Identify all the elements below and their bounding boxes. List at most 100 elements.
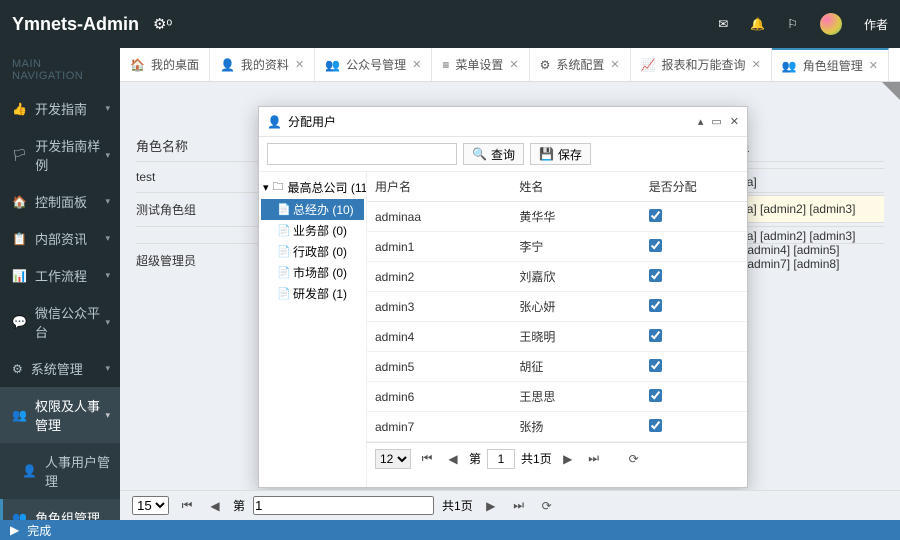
tab[interactable]: 👤我的资料✕ [210,48,315,81]
sidebar-item[interactable]: ⚙系统管理▾ [0,350,120,387]
play-icon[interactable]: ▶ [10,523,19,537]
table-row[interactable]: admin4王晓明 [367,322,747,352]
outer-prev-icon[interactable]: ◀ [205,496,225,516]
sidebar: MAIN NAVIGATION 👍开发指南▾🏳开发指南样例▾🏠控制面板▾📋内部资… [0,48,120,520]
assign-checkbox[interactable] [649,329,662,342]
chevron-down-icon: ▾ [105,270,110,281]
sidebar-item[interactable]: 👥权限及人事管理▾ [0,387,120,443]
nav-header: MAIN NAVIGATION [0,48,120,90]
flag-icon[interactable]: ⚐ [787,17,798,31]
settings-icon[interactable]: ⚙ᵒ [153,15,172,33]
page-size-select[interactable]: 12 [375,449,411,469]
sidebar-item[interactable]: 📊工作流程▾ [0,257,120,294]
main: 🏠我的桌面👤我的资料✕👥公众号管理✕≡菜单设置✕⚙系统配置✕📈报表和万能查询✕👥… [120,48,900,520]
close-tab-icon[interactable]: ✕ [610,58,619,71]
collapse-icon[interactable]: ▴ [698,115,704,128]
tab[interactable]: 👥角色组管理✕ [772,48,889,81]
statusbar: ▶ 完成 [0,520,900,540]
outer-page-input[interactable] [253,496,434,515]
prev-page-icon[interactable]: ◀ [443,449,463,469]
page-input[interactable] [487,449,515,469]
close-tab-icon[interactable]: ✕ [412,58,421,71]
avatar[interactable] [820,13,842,35]
expand-icon[interactable]: ▾ [263,181,269,194]
tab-icon: 👥 [782,59,797,73]
menu-icon: 👍 [12,102,27,116]
tree-node[interactable]: 📄市场部 (0) [261,262,364,283]
outer-refresh-icon[interactable]: ⟳ [537,496,557,516]
admin-cell: ninaa] [admin2] [admin3] [724,195,884,222]
tree-node[interactable]: ▾🗀最高总公司 (11) [261,176,364,199]
first-page-icon[interactable]: ⏮ [417,449,437,469]
admin-cell: ninaa] [724,168,884,195]
tree-node[interactable]: 📄总经办 (10) [261,199,364,220]
assign-user-dialog: 👤 分配用户 ▴ ▭ ✕ 🔍查询 💾保存 ▾🗀最高总公司 (11)📄总经办 [258,106,748,488]
dialog-title: 分配用户 [288,113,336,130]
user-label[interactable]: 作者 [864,16,888,33]
sidebar-item[interactable]: 📋内部资讯▾ [0,220,120,257]
tab[interactable]: 📈报表和万能查询✕ [631,48,772,81]
assign-checkbox[interactable] [649,419,662,432]
assign-checkbox[interactable] [649,209,662,222]
menu-icon: 👥 [12,511,27,521]
close-tab-icon[interactable]: ✕ [869,59,878,72]
content-area: 角色名称 test测试角色组超级管理员 理员 ninaa]ninaa] [adm… [120,82,900,520]
chevron-down-icon: ▾ [105,363,110,374]
close-icon[interactable]: ✕ [730,115,739,128]
mail-icon[interactable]: ✉ [718,17,728,31]
assign-checkbox[interactable] [649,299,662,312]
search-input[interactable] [267,143,457,165]
assign-checkbox[interactable] [649,359,662,372]
outer-first-icon[interactable]: ⏮ [177,496,197,516]
menu-icon: ⚙ [12,362,23,376]
table-row[interactable]: admin1李宁 [367,232,747,262]
search-button[interactable]: 🔍查询 [463,143,524,165]
assign-checkbox[interactable] [649,269,662,282]
tab[interactable]: 🏠我的桌面 [120,48,210,81]
sidebar-item[interactable]: 👥角色组管理 [0,499,120,520]
close-tab-icon[interactable]: ✕ [295,58,304,71]
last-page-icon[interactable]: ⏭ [584,449,604,469]
sidebar-item[interactable]: 🏳开发指南样例▾ [0,127,120,183]
tree-node[interactable]: 📄业务部 (0) [261,220,364,241]
outer-last-icon[interactable]: ⏭ [509,496,529,516]
outer-next-icon[interactable]: ▶ [481,496,501,516]
sidebar-item[interactable]: 👤人事用户管理 [0,443,120,499]
sidebar-item[interactable]: 💬微信公众平台▾ [0,294,120,350]
table-row[interactable]: admin2刘嘉欣 [367,262,747,292]
table-row[interactable]: admin3张心妍 [367,292,747,322]
chevron-down-icon: ▾ [105,196,110,207]
tab-icon: 📈 [641,58,656,72]
close-tab-icon[interactable]: ✕ [509,58,518,71]
menu-icon: 👤 [22,464,37,478]
sidebar-item[interactable]: 👍开发指南▾ [0,90,120,127]
menu-icon: 📊 [12,269,27,283]
chevron-down-icon: ▾ [105,150,110,161]
assign-checkbox[interactable] [649,239,662,252]
next-page-icon[interactable]: ▶ [558,449,578,469]
file-icon: 📄 [277,266,289,279]
outer-page-size[interactable]: 15 [132,496,169,515]
minimize-icon[interactable]: ▭ [711,115,721,128]
menu-icon: 💬 [12,315,27,329]
tab[interactable]: ⚙系统配置✕ [530,48,631,81]
menu-icon: 👥 [12,408,27,422]
table-row[interactable]: admin6王思思 [367,382,747,412]
col-assigned: 是否分配 [641,172,747,202]
table-row[interactable]: adminaa黄华华 [367,202,747,232]
tab-icon: 👤 [220,58,235,72]
assign-checkbox[interactable] [649,389,662,402]
file-icon: 📄 [277,287,289,300]
brand[interactable]: Ymnets-Admin [12,14,139,35]
close-tab-icon[interactable]: ✕ [752,58,761,71]
tree-node[interactable]: 📄研发部 (1) [261,283,364,304]
table-row[interactable]: admin7张扬 [367,412,747,442]
refresh-icon[interactable]: ⟳ [624,449,644,469]
save-button[interactable]: 💾保存 [530,143,591,165]
table-row[interactable]: admin5胡征 [367,352,747,382]
tab[interactable]: ≡菜单设置✕ [432,48,529,81]
sidebar-item[interactable]: 🏠控制面板▾ [0,183,120,220]
tree-node[interactable]: 📄行政部 (0) [261,241,364,262]
tab[interactable]: 👥公众号管理✕ [315,48,432,81]
bell-icon[interactable]: 🔔 [750,17,765,31]
